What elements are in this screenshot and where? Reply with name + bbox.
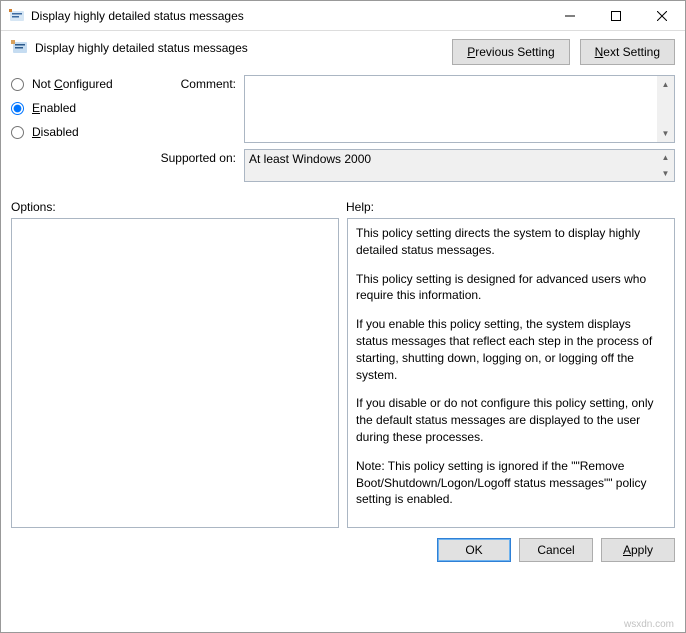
window-controls: [547, 1, 685, 31]
scroll-down-icon[interactable]: ▼: [657, 166, 674, 182]
disabled-label[interactable]: Disabled: [32, 125, 79, 139]
options-content: [12, 219, 338, 527]
titlebar: Display highly detailed status messages: [1, 1, 685, 31]
supported-on-value: At least Windows 2000: [245, 150, 657, 181]
not-configured-label[interactable]: Not Configured: [32, 77, 113, 91]
help-label: Help:: [346, 200, 374, 214]
options-label: Options:: [11, 200, 346, 214]
help-content: This policy setting directs the system t…: [348, 219, 674, 527]
supported-scrollbar[interactable]: ▲ ▼: [657, 150, 674, 181]
policy-name: Display highly detailed status messages: [35, 41, 248, 55]
cancel-button[interactable]: Cancel: [519, 538, 593, 562]
next-setting-button[interactable]: Next Setting: [580, 39, 675, 65]
ok-button[interactable]: OK: [437, 538, 511, 562]
maximize-button[interactable]: [593, 1, 639, 31]
enabled-radio[interactable]: [11, 102, 24, 115]
next-setting-label: ext Setting: [603, 45, 660, 59]
dialog-buttons: OK Cancel Apply: [1, 528, 685, 562]
close-button[interactable]: [639, 1, 685, 31]
minimize-button[interactable]: [547, 1, 593, 31]
help-panel: This policy setting directs the system t…: [347, 218, 675, 528]
not-configured-radio[interactable]: [11, 78, 24, 91]
help-paragraph: This policy setting directs the system t…: [356, 225, 666, 259]
comment-textarea[interactable]: [245, 76, 657, 142]
help-paragraph: Note: This policy setting is ignored if …: [356, 458, 666, 508]
state-radiogroup: Not Configured Enabled Disabled: [11, 75, 156, 188]
policy-icon: [11, 39, 29, 57]
policy-app-icon: [9, 8, 25, 24]
window-title: Display highly detailed status messages: [31, 9, 547, 23]
options-panel: [11, 218, 339, 528]
previous-setting-label: revious Setting: [475, 45, 554, 59]
help-paragraph: If you disable or do not configure this …: [356, 395, 666, 445]
scroll-up-icon[interactable]: ▲: [657, 150, 674, 166]
watermark: wsxdn.com: [624, 619, 674, 630]
comment-label: Comment:: [156, 75, 244, 143]
policy-header: Display highly detailed status messages …: [11, 39, 675, 65]
enabled-label[interactable]: Enabled: [32, 101, 76, 115]
help-paragraph: This policy setting is designed for adva…: [356, 271, 666, 305]
supported-on-label: Supported on:: [156, 149, 244, 182]
scroll-down-icon[interactable]: ▼: [657, 125, 674, 142]
disabled-radio[interactable]: [11, 126, 24, 139]
apply-button[interactable]: Apply: [601, 538, 675, 562]
help-paragraph: If you enable this policy setting, the s…: [356, 316, 666, 383]
scroll-up-icon[interactable]: ▲: [657, 76, 674, 93]
comment-scrollbar[interactable]: ▲ ▼: [657, 76, 674, 142]
previous-setting-button[interactable]: Previous Setting: [452, 39, 569, 65]
